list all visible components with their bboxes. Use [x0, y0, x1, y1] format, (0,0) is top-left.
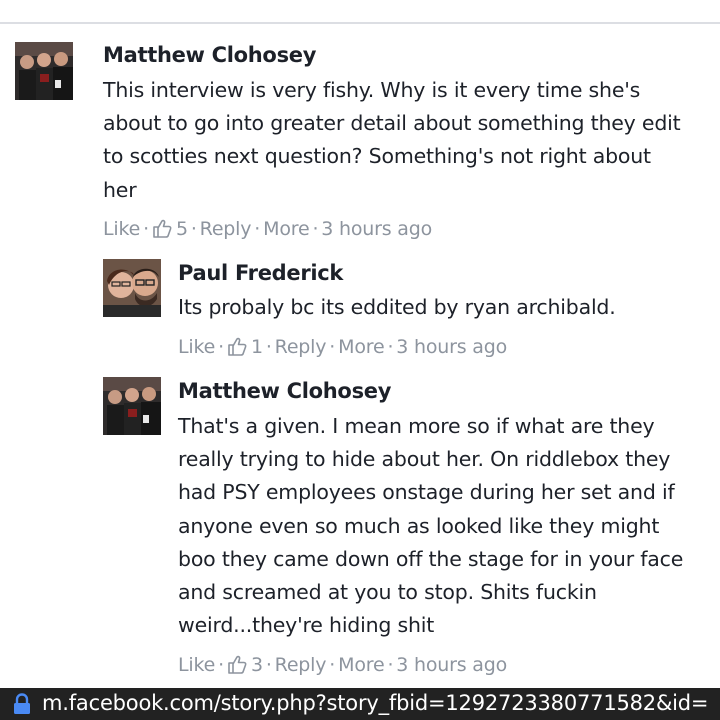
thumbs-up-icon: [227, 655, 247, 679]
comment-actions: Like · 5 · Reply · More · 3 hours ago: [103, 218, 432, 243]
top-divider: [0, 22, 720, 24]
comment-text: Its probaly bc its eddited by ryan archi…: [178, 295, 616, 319]
thumbs-up-icon: [227, 337, 247, 361]
reply-link[interactable]: Reply: [275, 654, 327, 676]
avatar[interactable]: [103, 259, 161, 317]
like-link[interactable]: Like: [103, 218, 140, 240]
comment-author[interactable]: Matthew Clohosey: [178, 379, 391, 403]
timestamp[interactable]: 3 hours ago: [396, 336, 507, 358]
reply-link[interactable]: Reply: [200, 218, 252, 240]
url-bar[interactable]: m.facebook.com/story.php?story_fbid=1292…: [0, 688, 720, 720]
like-link[interactable]: Like: [178, 336, 215, 358]
comment-actions: Like · 1 · Reply · More · 3 hours ago: [178, 336, 507, 361]
like-link[interactable]: Like: [178, 654, 215, 676]
like-count: 3: [250, 654, 263, 676]
avatar[interactable]: [15, 42, 73, 100]
reply-link[interactable]: Reply: [275, 336, 327, 358]
comment-author[interactable]: Matthew Clohosey: [103, 43, 316, 67]
comment-text: That's a given. I mean more so if what a…: [178, 414, 684, 638]
avatar[interactable]: [103, 377, 161, 435]
lock-icon: [13, 693, 31, 720]
like-count: 1: [250, 336, 263, 358]
timestamp[interactable]: 3 hours ago: [321, 218, 432, 240]
thumbs-up-icon: [152, 219, 172, 243]
more-link[interactable]: More: [338, 654, 385, 676]
like-count: 5: [175, 218, 188, 240]
comment-actions: Like · 3 · Reply · More · 3 hours ago: [178, 654, 507, 679]
comment-author[interactable]: Paul Frederick: [178, 261, 343, 285]
timestamp[interactable]: 3 hours ago: [396, 654, 507, 676]
comment-text: This interview is very fishy. Why is it …: [103, 78, 681, 202]
more-link[interactable]: More: [338, 336, 385, 358]
more-link[interactable]: More: [263, 218, 310, 240]
url-text[interactable]: m.facebook.com/story.php?story_fbid=1292…: [42, 691, 709, 715]
